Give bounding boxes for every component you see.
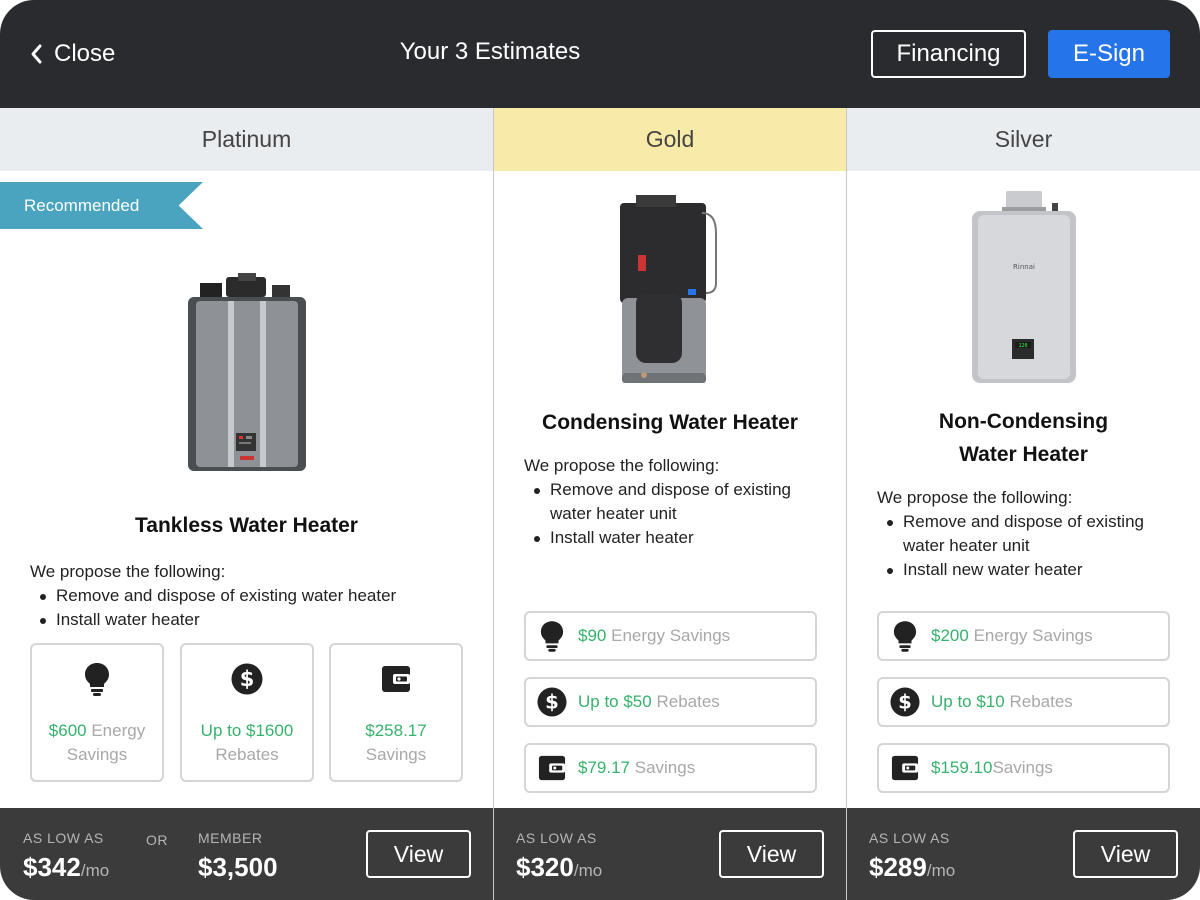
product-title-platinum: Tankless Water Heater — [135, 514, 358, 537]
lightbulb-icon — [32, 661, 162, 697]
list-item: Install water heater — [30, 608, 470, 632]
svg-text:$: $ — [898, 691, 912, 714]
benefit-row-energy: $90 Energy Savings — [524, 611, 817, 661]
savings-value: $159.10 — [931, 758, 993, 777]
footer-silver: AS LOW AS $289/mo View — [847, 808, 1200, 900]
proposal-list: Remove and dispose of existing water hea… — [524, 478, 824, 550]
benefit-card-rebates: $ Up to $1600 Rebates — [180, 643, 314, 782]
list-item: Install new water heater — [877, 558, 1177, 582]
energy-savings-value: $600 — [48, 721, 87, 740]
tier-column-silver: Silver Rinnai 120 Non-Condensing Water H… — [847, 108, 1200, 900]
svg-text:$: $ — [545, 691, 559, 714]
monthly-price-value: $289 — [869, 852, 927, 882]
rebates-value: Up to $1600 — [200, 721, 294, 740]
benefit-row-savings: $79.17 Savings — [524, 743, 817, 793]
tier-header-gold: Gold — [494, 108, 846, 171]
recommended-ribbon: Recommended — [0, 182, 203, 229]
benefit-row-rebates: $ Up to $50 Rebates — [524, 677, 817, 727]
estimates-screen: Close Your 3 Estimates Financing E-Sign … — [0, 0, 1200, 900]
dollar-icon: $ — [536, 686, 568, 718]
proposal-list: Remove and dispose of existing water hea… — [877, 510, 1177, 582]
list-item: Install water heater — [524, 526, 824, 550]
wallet-icon — [889, 752, 921, 784]
proposal-silver: We propose the following: Remove and dis… — [877, 486, 1177, 582]
as-low-as-label: AS LOW AS — [869, 830, 950, 846]
savings-label: Savings — [634, 758, 696, 777]
display-readout: 120 — [1018, 343, 1027, 349]
benefit-card-savings: $258.17 Savings — [329, 643, 463, 782]
savings-value: $258.17 — [365, 721, 427, 740]
benefit-row-rebates: $ Up to $10 Rebates — [877, 677, 1170, 727]
list-item: Remove and dispose of existing water hea… — [877, 510, 1177, 558]
product-title-gold: Condensing Water Heater — [542, 411, 798, 434]
view-button-silver[interactable]: View — [1073, 830, 1178, 878]
brand-label-silver: Rinnai — [1013, 263, 1035, 271]
tier-column-gold: Gold Condensing Water Heater We propose … — [494, 108, 846, 900]
benefit-card-energy: $600 Energy Savings — [30, 643, 164, 782]
monthly-price-value: $342 — [23, 852, 81, 882]
rebates-value: Up to $50 — [578, 692, 652, 711]
monthly-unit: /mo — [926, 861, 956, 880]
as-low-as-label: AS LOW AS — [516, 830, 597, 846]
non-condensing-water-heater-image: Rinnai 120 — [972, 191, 1076, 383]
footer-platinum: AS LOW AS $342/mo OR MEMBER $3,500 View — [0, 808, 493, 900]
monthly-price: $342/mo — [23, 852, 109, 883]
proposal-intro: We propose the following: — [877, 488, 1073, 507]
energy-savings-value: $200 — [931, 626, 969, 645]
benefit-row-savings: $159.10Savings — [877, 743, 1170, 793]
proposal-list: Remove and dispose of existing water hea… — [30, 584, 470, 632]
tier-column-platinum: Platinum Recommended Tankless Water Heat… — [0, 108, 493, 900]
member-label: MEMBER — [198, 830, 263, 846]
top-bar: Close Your 3 Estimates Financing E-Sign — [0, 0, 1200, 108]
close-button[interactable]: Close — [26, 36, 115, 72]
rebates-label: Rebates — [1009, 692, 1073, 711]
esign-button[interactable]: E-Sign — [1048, 30, 1170, 78]
svg-text:$: $ — [240, 667, 255, 691]
benefit-row-energy: $200 Energy Savings — [877, 611, 1170, 661]
proposal-intro: We propose the following: — [524, 456, 720, 475]
tier-header-platinum: Platinum — [0, 108, 493, 171]
energy-savings-label: Energy Savings — [611, 626, 731, 645]
list-item: Remove and dispose of existing water hea… — [30, 584, 470, 608]
view-button-platinum[interactable]: View — [366, 830, 471, 878]
energy-savings-value: $90 — [578, 626, 607, 645]
wallet-icon — [536, 752, 568, 784]
savings-label: Savings — [365, 745, 427, 764]
list-item: Remove and dispose of existing water hea… — [524, 478, 824, 526]
wallet-icon — [331, 661, 461, 697]
monthly-price: $289/mo — [869, 852, 955, 883]
condensing-water-heater-image — [620, 195, 717, 383]
product-title-line2: Water Heater — [959, 443, 1088, 466]
rebates-label: Rebates — [656, 692, 720, 711]
dollar-icon: $ — [182, 661, 312, 697]
monthly-unit: /mo — [80, 861, 110, 880]
rebates-label: Rebates — [215, 745, 279, 764]
tankless-water-heater-image — [188, 273, 306, 471]
close-label: Close — [54, 40, 116, 67]
member-price: $3,500 — [198, 852, 278, 882]
proposal-intro: We propose the following: — [30, 562, 226, 581]
product-title-silver: Non-Condensing Water Heater — [847, 405, 1200, 471]
tier-header-silver: Silver — [847, 108, 1200, 171]
savings-value: $79.17 — [578, 758, 630, 777]
proposal-platinum: We propose the following: Remove and dis… — [30, 560, 470, 632]
monthly-price-value: $320 — [516, 852, 574, 882]
lightbulb-icon — [536, 620, 568, 652]
dollar-icon: $ — [889, 686, 921, 718]
monthly-unit: /mo — [573, 861, 603, 880]
financing-button[interactable]: Financing — [871, 30, 1026, 78]
savings-label: Savings — [992, 758, 1053, 777]
product-title-line1: Non-Condensing — [938, 410, 1109, 433]
page-title: Your 3 Estimates — [399, 38, 581, 65]
or-label: OR — [146, 832, 168, 848]
footer-gold: AS LOW AS $320/mo View — [494, 808, 846, 900]
lightbulb-icon — [889, 620, 921, 652]
energy-savings-label: Energy Savings — [973, 626, 1093, 645]
chevron-left-icon — [26, 42, 46, 66]
as-low-as-label: AS LOW AS — [23, 830, 104, 846]
proposal-gold: We propose the following: Remove and dis… — [524, 454, 824, 550]
rebates-value: Up to $10 — [931, 692, 1005, 711]
view-button-gold[interactable]: View — [719, 830, 824, 878]
monthly-price: $320/mo — [516, 852, 602, 883]
